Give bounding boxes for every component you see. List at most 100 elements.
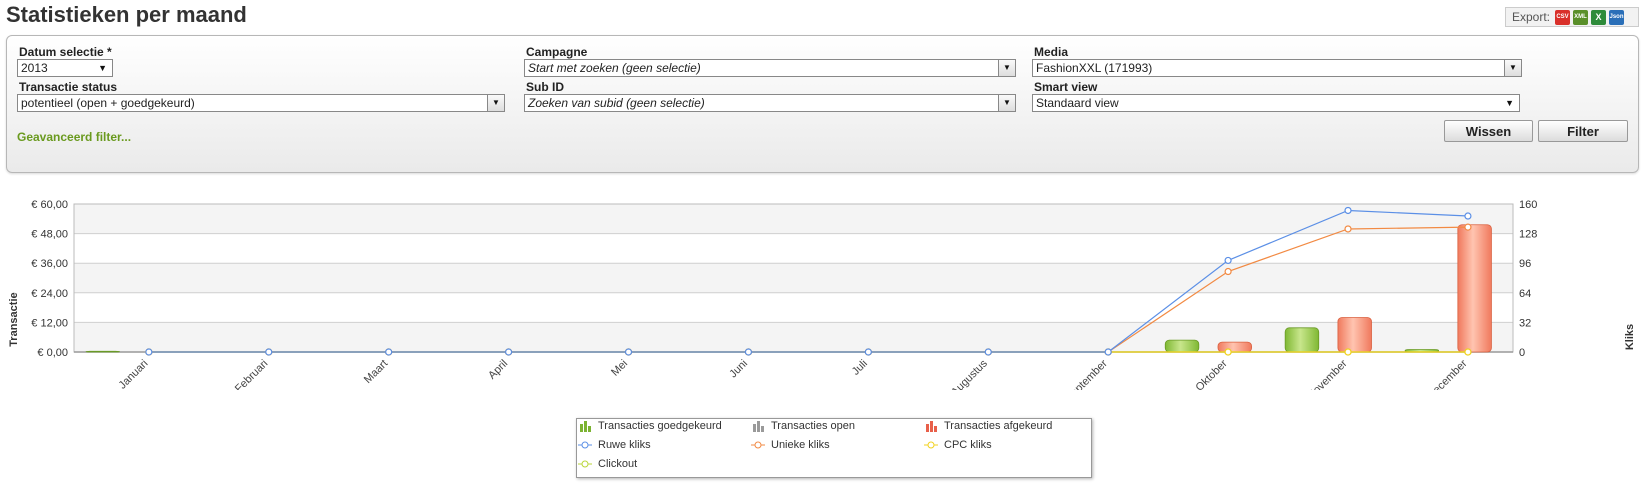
page-title: Statistieken per maand [6,2,247,27]
legend-label: CPC kliks [944,439,992,451]
csv-export-icon[interactable]: CSV [1555,9,1571,25]
transactie-status-label: Transactie status [19,80,118,94]
x-axis-tick-label: Oktober [1194,357,1230,390]
datum-selectie-value: 2013 [21,61,48,75]
bar-transacties-goedgekeurd [1164,339,1200,353]
legend-label: Ruwe kliks [598,439,651,451]
chevron-down-icon[interactable]: ▼ [487,95,504,111]
legend-item-clickout[interactable]: Clickout [578,458,637,470]
chevron-down-icon[interactable]: ▼ [1504,60,1521,76]
media-label: Media [1034,45,1069,59]
chart-legend: Transacties goedgekeurd Transacties open… [576,418,1092,478]
sub-id-value: Zoeken van subid (geen selectie) [528,96,705,110]
x-axis-tick-label: Juni [727,358,750,381]
legend-item-afgekeurd[interactable]: Transacties afgekeurd [924,420,1052,432]
chart-area: € 0,00 € 12,00 € 24,00 € 36,00 € 48,00 € 60,0… [0,190,1645,404]
line-series-icon [578,460,592,468]
bar-series-icon [926,421,937,432]
legend-label: Clickout [598,458,638,470]
bar-transacties-goedgekeurd [1284,327,1320,353]
x-axis-tick-label: Februari [233,358,270,390]
left-axis-tick-label: € 60,00 [31,199,68,211]
sub-id-label: Sub ID [526,80,564,94]
media-value: FashionXXL (171993) [1036,61,1153,75]
datum-selectie-select[interactable]: 2013 ▼ [17,59,113,77]
json-export-icon[interactable]: Json [1609,9,1625,25]
left-axis-tick-label: € 24,00 [31,288,68,300]
excel-export-icon[interactable]: X [1591,9,1607,25]
legend-label: Transacties open [771,420,855,432]
advanced-filter-link[interactable]: Geavanceerd filter... [17,130,131,144]
campagne-label: Campagne [526,45,588,59]
chevron-down-icon[interactable]: ▼ [998,60,1015,76]
bar-transacties-afgekeurd [1217,341,1252,353]
transactie-status-value: potentieel (open + goedgekeurd) [21,96,195,110]
campagne-select[interactable]: Start met zoeken (geen selectie) ▼ [524,59,1016,77]
right-axis-tick-label: 96 [1519,258,1531,270]
x-axis-tick-label: September [1063,357,1110,390]
line-series-icon [924,441,938,449]
bar-transacties-goedgekeurd [85,350,120,353]
point-cpc-kliks [1344,348,1352,356]
right-axis-tick-label: 64 [1519,288,1531,300]
x-axis-tick-label: Januari [116,358,150,390]
export-toolbar: Export: CSV XML X Json [1505,7,1639,27]
xml-export-icon[interactable]: XML [1573,9,1589,25]
left-axis-tick-label: € 48,00 [31,229,68,241]
right-axis-tick-label: 32 [1519,317,1531,329]
point-cpc-kliks [1224,348,1232,356]
legend-item-cpc-kliks[interactable]: CPC kliks [924,439,992,451]
x-axis-tick-label: Maart [362,358,390,386]
plot-band [74,233,1513,264]
point-unieke-kliks [1464,223,1472,231]
chevron-down-icon: ▼ [98,63,107,73]
chevron-down-icon: ▼ [1505,98,1514,108]
right-axis-tick-label: 160 [1519,199,1537,211]
transactie-status-select[interactable]: potentieel (open + goedgekeurd) ▼ [17,94,505,112]
legend-item-unieke-kliks[interactable]: Unieke kliks [751,439,830,451]
smart-view-select[interactable]: Standaard view ▼ [1032,94,1520,112]
point-ruwe-kliks [624,348,633,356]
point-ruwe-kliks [744,348,753,356]
point-cpc-kliks [1464,348,1472,356]
x-axis-tick-label: Juli [850,358,870,378]
legend-label: Transacties afgekeurd [944,420,1053,432]
point-ruwe-kliks [385,348,393,356]
point-ruwe-kliks [1224,256,1232,265]
plot-band [74,204,1513,234]
media-select[interactable]: FashionXXL (171993) ▼ [1032,59,1522,77]
filter-panel: Datum selectie * 2013 ▼ Campagne Start m… [6,35,1639,173]
right-axis-title: Kliks [1624,324,1636,350]
point-ruwe-kliks [864,348,872,356]
point-ruwe-kliks [1464,212,1472,220]
plot-band [74,263,1513,293]
legend-item-open[interactable]: Transacties open [751,420,855,432]
legend-label: Transacties goedgekeurd [598,420,722,432]
right-axis-tick-label: 0 [1519,347,1525,359]
point-ruwe-kliks [984,348,992,356]
sub-id-select[interactable]: Zoeken van subid (geen selectie) ▼ [524,94,1016,112]
legend-item-ruwe-kliks[interactable]: Ruwe kliks [578,439,651,451]
point-unieke-kliks [1344,225,1352,233]
smart-view-label: Smart view [1034,80,1098,94]
export-label: Export: [1512,10,1551,24]
x-axis-tick-label: December [1425,357,1470,390]
smart-view-value: Standaard view [1036,96,1119,110]
x-axis-tick-label: Mei [609,358,630,379]
line-series-icon [751,441,765,449]
left-axis-tick-label: € 12,00 [31,317,68,329]
clear-button[interactable]: Wissen [1444,120,1533,142]
monthly-stats-chart: € 0,00 € 12,00 € 24,00 € 36,00 € 48,00 € 60,0… [8,199,1636,404]
chevron-down-icon[interactable]: ▼ [998,95,1015,111]
bar-series-icon [580,421,591,432]
point-ruwe-kliks [265,348,273,356]
filter-button[interactable]: Filter [1538,120,1628,142]
point-ruwe-kliks [1344,206,1352,215]
left-axis-tick-label: € 36,00 [31,258,68,270]
x-axis-tick-label: Augustus [949,357,990,390]
point-ruwe-kliks [1104,348,1112,356]
legend-item-goedgekeurd[interactable]: Transacties goedgekeurd [578,420,722,432]
bar-transacties-afgekeurd [1337,317,1372,353]
left-axis-tick-label: € 0,00 [37,347,68,359]
bar-transacties-afgekeurd [1457,224,1492,353]
